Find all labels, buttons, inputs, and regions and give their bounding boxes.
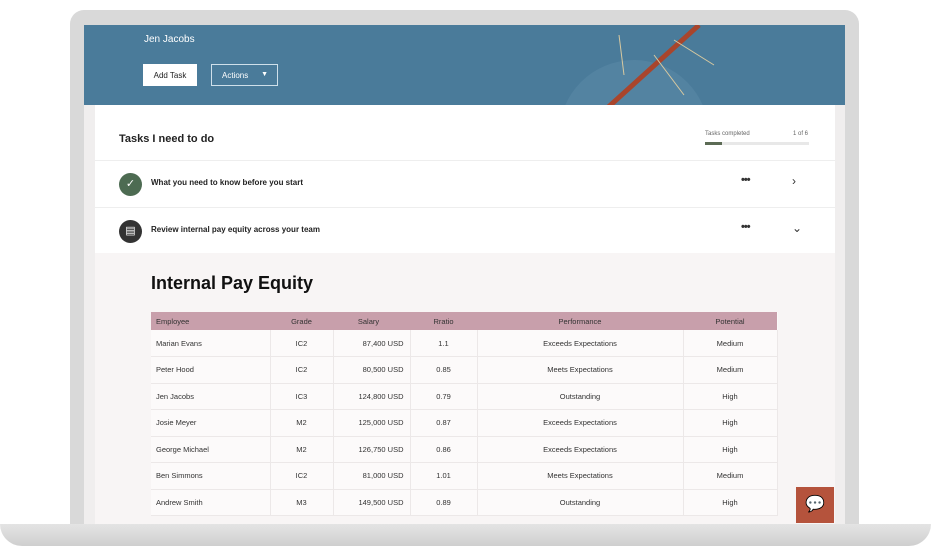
task-label: What you need to know before you start [151, 178, 304, 187]
table-cell: Outstanding [477, 489, 684, 516]
page-header: Jen Jacobs Add Task Actions ▼ [84, 25, 845, 125]
table-cell: 0.86 [410, 436, 478, 463]
table-cell: 149,500 USD [333, 489, 411, 516]
column-header: Rratio [410, 312, 477, 330]
table-cell: M3 [270, 489, 334, 516]
chevron-right-icon[interactable]: › [792, 174, 796, 188]
table-cell: Peter Hood [151, 356, 271, 384]
table-cell: High [683, 383, 778, 410]
table-cell: Exceeds Expectations [477, 330, 684, 357]
table-cell: 80,500 USD [333, 356, 411, 384]
section-title: Internal Pay Equity [151, 273, 314, 293]
table-cell: 0.85 [410, 356, 478, 384]
chat-button[interactable]: 💬 [796, 487, 834, 523]
more-options-icon[interactable]: ••• [741, 221, 751, 233]
task-label: Review internal pay equity across your t… [151, 225, 320, 234]
laptop-base [0, 524, 931, 546]
table-cell: Meets Expectations [477, 462, 684, 490]
table-cell: 126,750 USD [333, 436, 411, 463]
table-row: Peter Hood IC2 80,500 USD 0.85 Meets Expecta… [151, 356, 778, 384]
table-row: Marian Evans IC2 87,400 USD 1.1 Exceeds Expe… [151, 330, 778, 357]
table-row: Josie Meyer M2 125,000 USD 0.87 Exceeds Expe… [151, 409, 778, 437]
tasks-card: Tasks I need to do Tasks completed 1 of … [95, 105, 835, 524]
actions-label: Actions [222, 70, 249, 80]
table-cell: IC2 [270, 356, 334, 384]
table-cell: IC2 [270, 462, 334, 490]
table-cell: Exceeds Expectations [477, 436, 684, 463]
table-cell: M2 [270, 409, 334, 437]
pay-equity-table: Employee Grade Salary Rratio Performance… [151, 312, 778, 516]
table-cell: 81,000 USD [333, 462, 411, 490]
table-cell: 87,400 USD [333, 330, 411, 357]
table-cell: Meets Expectations [477, 356, 684, 384]
table-cell: 0.87 [410, 409, 478, 437]
table-cell: Andrew Smith [151, 489, 271, 516]
table-cell: George Michael [151, 436, 271, 463]
table-row: Andrew Smith M3 149,500 USD 0.89 Outstanding… [151, 489, 778, 516]
table-cell: Ben Simmons [151, 462, 271, 490]
more-options-icon[interactable]: ••• [741, 174, 751, 186]
table-cell: 124,800 USD [333, 383, 411, 410]
task-row[interactable]: ▤ Review internal pay equity across your… [95, 207, 835, 253]
table-cell: 0.79 [410, 383, 478, 410]
table-cell: 125,000 USD [333, 409, 411, 437]
table-cell: Outstanding [477, 383, 684, 410]
check-icon: ✓ [119, 173, 142, 196]
table-cell: M2 [270, 436, 334, 463]
column-header: Performance [477, 312, 683, 330]
table-cell: IC2 [270, 330, 334, 357]
table-cell: 1.01 [410, 462, 478, 490]
column-header: Salary [333, 312, 410, 330]
column-header: Potential [683, 312, 777, 330]
table-row: Jen Jacobs IC3 124,800 USD 0.79 Outstanding H… [151, 383, 778, 410]
table-cell: Exceeds Expectations [477, 409, 684, 437]
table-cell: Marian Evans [151, 330, 271, 357]
tasks-title: Tasks I need to do [119, 133, 215, 145]
actions-dropdown[interactable]: Actions ▼ [211, 64, 278, 86]
progress-bar [705, 142, 809, 145]
add-task-button[interactable]: Add Task [143, 64, 197, 86]
column-header: Grade [270, 312, 333, 330]
table-cell: Josie Meyer [151, 409, 271, 437]
expanded-task-panel: Internal Pay Equity Employee Grade Salar… [95, 253, 835, 524]
column-header: Employee [151, 312, 270, 330]
chat-icon: 💬 [805, 496, 825, 513]
progress-count: 1 of 6 [793, 131, 809, 137]
table-cell: High [683, 489, 778, 516]
table-cell: High [683, 436, 778, 463]
table-cell: 1.1 [410, 330, 478, 357]
task-row[interactable]: ✓ What you need to know before you start… [95, 160, 835, 206]
table-cell: Medium [683, 356, 778, 384]
table-cell: High [683, 409, 778, 437]
chevron-down-icon[interactable]: ⌄ [792, 221, 802, 235]
progress-label: Tasks completed [705, 131, 750, 137]
table-cell: Medium [683, 462, 778, 490]
table-row: George Michael M2 126,750 USD 0.86 Exceeds E… [151, 436, 778, 463]
document-icon: ▤ [119, 220, 142, 243]
table-cell: IC3 [270, 383, 334, 410]
table-cell: Jen Jacobs [151, 383, 271, 410]
app-screen: Jen Jacobs Add Task Actions ▼ Tasks I nee… [84, 25, 845, 524]
user-name: Jen Jacobs [144, 34, 195, 45]
table-row: Ben Simmons IC2 81,000 USD 1.01 Meets Expect… [151, 462, 778, 490]
caret-down-icon: ▼ [261, 71, 268, 78]
table-cell: 0.89 [410, 489, 478, 516]
table-cell: Medium [683, 330, 778, 357]
